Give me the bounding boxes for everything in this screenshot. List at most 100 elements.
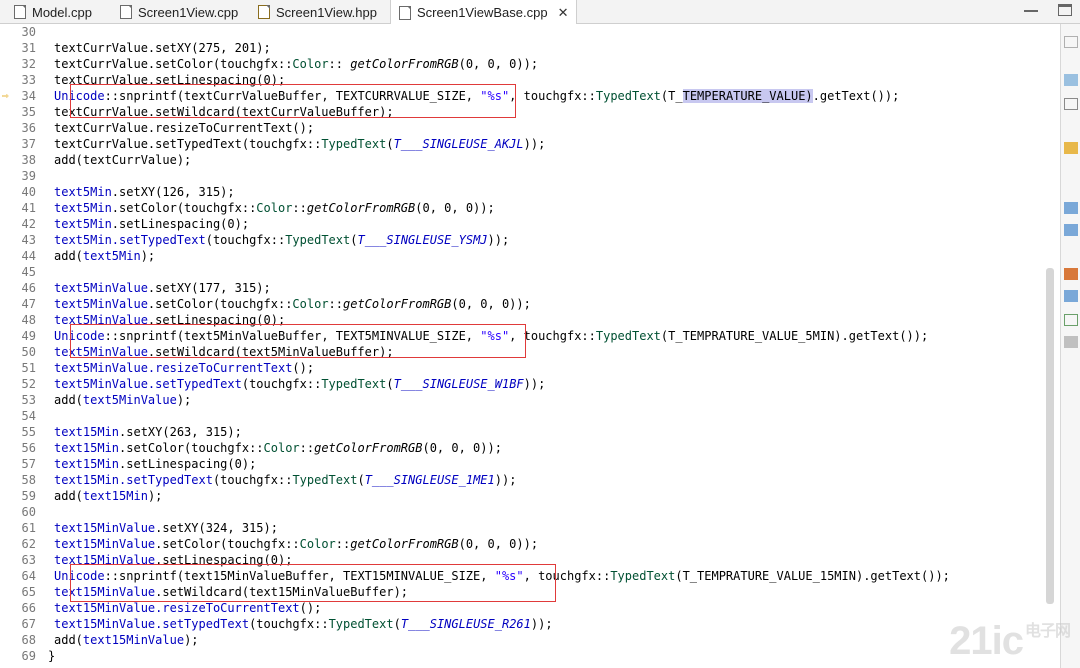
line-number: 59 <box>21 489 36 503</box>
line-number: 60 <box>21 505 36 519</box>
line-number: 43 <box>21 233 36 247</box>
code-line[interactable]: 38 add(textCurrValue); <box>0 152 1050 168</box>
line-number: 47 <box>21 297 36 311</box>
code-line[interactable]: 67 text15MinValue.setTypedText(touchgfx::… <box>0 616 1050 632</box>
code-line[interactable]: 62 text15MinValue.setColor(touchgfx::Colo… <box>0 536 1050 552</box>
code-token: Color <box>292 57 329 71</box>
code-line[interactable]: 40 text5Min.setXY(126, 315); <box>0 184 1050 200</box>
tab-label: Screen1View.cpp <box>138 4 239 20</box>
code-token: :: <box>335 537 351 551</box>
code-token: .setColor(touchgfx:: <box>111 201 257 215</box>
code-text: text5Min.setXY(126, 315); <box>54 184 235 200</box>
minimize-icon[interactable] <box>1024 4 1038 12</box>
code-line[interactable]: 36 textCurrValue.resizeToCurrentText(); <box>0 120 1050 136</box>
code-line[interactable]: 59 add(text15Min); <box>0 488 1050 504</box>
panel-icon[interactable] <box>1064 74 1078 86</box>
code-token: .setColor(touchgfx:: <box>119 441 264 455</box>
code-token: .setColor(touchgfx:: <box>155 537 300 551</box>
code-token: (touchgfx:: <box>249 617 329 631</box>
panel-icon[interactable] <box>1064 98 1078 110</box>
line-number: 36 <box>21 121 36 135</box>
code-line[interactable]: 41 text5Min.setColor(touchgfx::Color::get… <box>0 200 1050 216</box>
close-tab-icon[interactable]: ✕ <box>558 5 569 21</box>
code-line[interactable]: 68 add(text15MinValue); <box>0 632 1050 648</box>
code-token: text5Min <box>54 217 112 231</box>
line-number: 31 <box>21 41 36 55</box>
code-line[interactable]: 42 text5Min.setLinespacing(0); <box>0 216 1050 232</box>
code-token: text15Min.setTypedText <box>54 473 213 487</box>
tab-label: Screen1View.hpp <box>276 4 377 20</box>
code-token: text5MinValue <box>82 393 177 407</box>
panel-icon[interactable] <box>1064 36 1078 48</box>
code-line[interactable]: 39 <box>0 168 1050 184</box>
panel-icon[interactable] <box>1064 314 1078 326</box>
code-line[interactable]: 69} <box>0 648 1050 664</box>
code-token: textCurrValue.setXY(275, 201); <box>54 41 271 55</box>
line-number: 48 <box>21 313 36 327</box>
code-text: textCurrValue.setTypedText(touchgfx::Typ… <box>54 136 545 152</box>
tab-model-cpp[interactable]: Model.cpp <box>6 0 100 24</box>
code-line[interactable]: 43 text5Min.setTypedText(touchgfx::TypedT… <box>0 232 1050 248</box>
panel-icon[interactable] <box>1064 142 1078 154</box>
code-token: ( <box>393 617 401 631</box>
line-number: 39 <box>21 169 36 183</box>
code-text: text15MinValue.setColor(touchgfx::Color:… <box>54 536 538 552</box>
code-line[interactable]: 61 text15MinValue.setXY(324, 315); <box>0 520 1050 536</box>
code-line[interactable]: 47 text5MinValue.setColor(touchgfx::Color… <box>0 296 1050 312</box>
code-token: ); <box>147 489 163 503</box>
tab-label: Model.cpp <box>32 4 92 20</box>
code-token: , touchgfx:: <box>509 89 596 103</box>
tab-screen1view-hpp[interactable]: Screen1View.hpp <box>250 0 385 24</box>
tab-screen1view-cpp[interactable]: Screen1View.cpp <box>112 0 246 24</box>
code-line[interactable]: 31 textCurrValue.setXY(275, 201); <box>0 40 1050 56</box>
watermark-sub: 电子网 <box>1024 623 1071 640</box>
code-line[interactable]: 52 text5MinValue.setTypedText(touchgfx::T… <box>0 376 1050 392</box>
line-number: 57 <box>21 457 36 471</box>
code-line[interactable]: 53 add(text5MinValue); <box>0 392 1050 408</box>
code-token: Color <box>292 297 329 311</box>
code-line[interactable]: 57 text15Min.setLinespacing(0); <box>0 456 1050 472</box>
code-token: TypedText <box>328 617 394 631</box>
code-token: ( <box>357 473 365 487</box>
code-token: add(textCurrValue); <box>54 153 192 167</box>
line-number: 49 <box>21 329 36 343</box>
line-number: 40 <box>21 185 36 199</box>
code-token: (0, 0, 0)); <box>458 57 539 71</box>
code-text: text5MinValue.resizeToCurrentText(); <box>54 360 314 376</box>
line-number: 58 <box>21 473 36 487</box>
code-line[interactable]: 60 <box>0 504 1050 520</box>
code-line[interactable]: 45 <box>0 264 1050 280</box>
code-line[interactable]: 30 <box>0 24 1050 40</box>
watermark: 21ic 电子网 <box>949 619 1071 664</box>
code-token: .setXY(324, 315); <box>155 521 278 535</box>
code-line[interactable]: 46 text5MinValue.setXY(177, 315); <box>0 280 1050 296</box>
code-line[interactable]: 54 <box>0 408 1050 424</box>
code-text: add(text15Min); <box>54 488 162 504</box>
code-token: TypedText <box>321 377 387 391</box>
code-line[interactable]: 55 text15Min.setXY(263, 315); <box>0 424 1050 440</box>
code-text: textCurrValue.setColor(touchgfx::Color::… <box>54 56 538 72</box>
code-line[interactable]: 56 text15Min.setColor(touchgfx::Color::ge… <box>0 440 1050 456</box>
panel-icon[interactable] <box>1064 336 1078 348</box>
code-line[interactable]: 66 text15MinValue.resizeToCurrentText(); <box>0 600 1050 616</box>
code-line[interactable]: 44 add(text5Min); <box>0 248 1050 264</box>
code-token: TypedText <box>321 137 387 151</box>
code-line[interactable]: 32 textCurrValue.setColor(touchgfx::Color… <box>0 56 1050 72</box>
panel-icon[interactable] <box>1064 290 1078 302</box>
code-line[interactable]: 58 text15Min.setTypedText(touchgfx::Typed… <box>0 472 1050 488</box>
code-token: (0, 0, 0)); <box>451 297 531 311</box>
panel-icon[interactable] <box>1064 268 1078 280</box>
panel-icon[interactable] <box>1064 202 1078 214</box>
tab-screen1viewbase-cpp[interactable]: Screen1ViewBase.cpp ✕ <box>390 0 578 25</box>
line-number: 56 <box>21 441 36 455</box>
code-token: .setXY(177, 315); <box>147 281 271 295</box>
code-token: getColorFromRGB <box>314 441 423 455</box>
cpp-file-icon <box>120 5 132 19</box>
panel-icon[interactable] <box>1064 224 1078 236</box>
code-line[interactable]: 51 text5MinValue.resizeToCurrentText(); <box>0 360 1050 376</box>
maximize-icon[interactable] <box>1058 4 1072 16</box>
highlight-box-line-64 <box>70 564 556 602</box>
vertical-scrollbar[interactable] <box>1046 268 1054 604</box>
code-line[interactable]: 37 textCurrValue.setTypedText(touchgfx::T… <box>0 136 1050 152</box>
code-token: (touchgfx:: <box>205 233 286 247</box>
